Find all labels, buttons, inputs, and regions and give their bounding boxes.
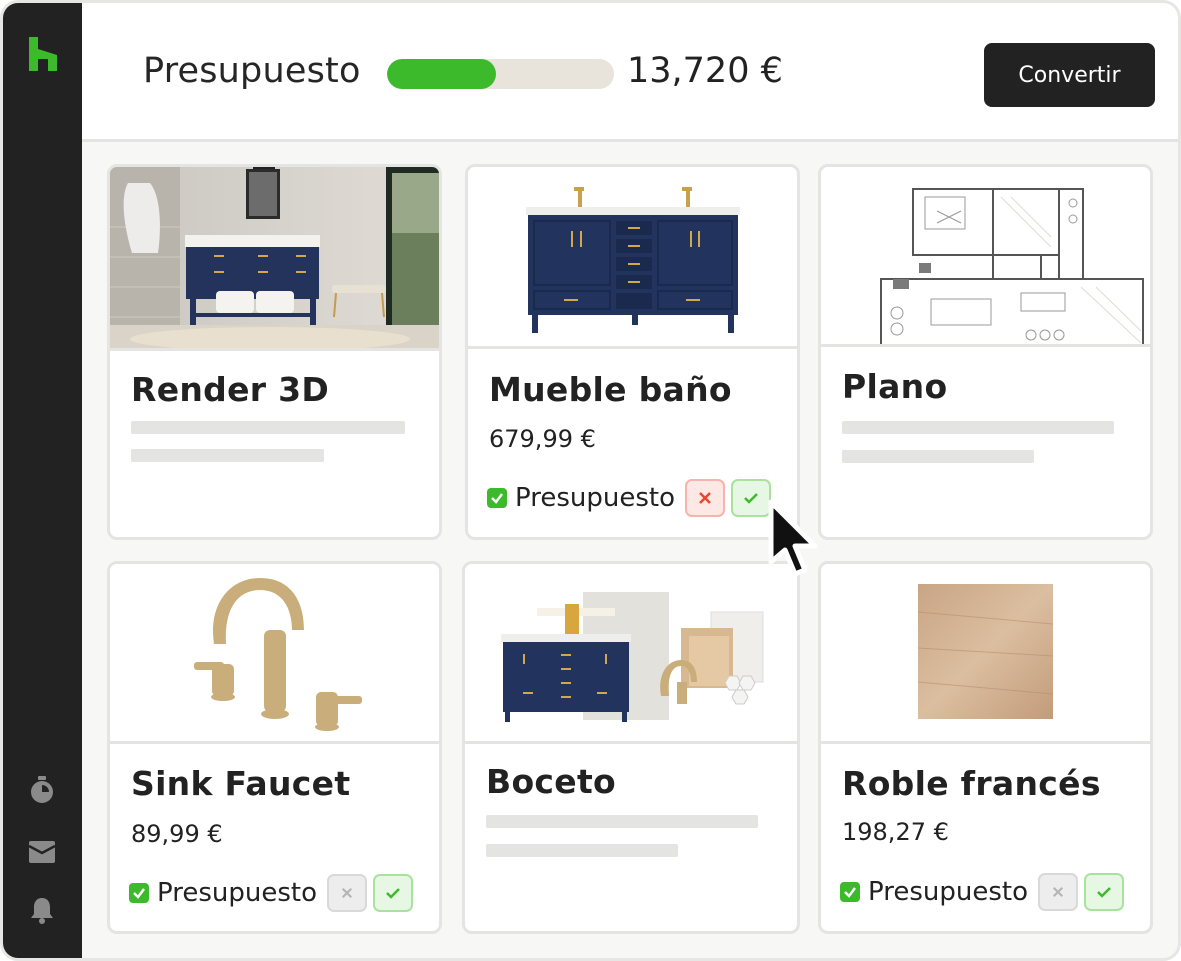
card-price: 198,27 € [842, 818, 949, 846]
mouse-cursor-icon [768, 499, 818, 577]
card-title: Sink Faucet [131, 764, 351, 803]
card-price: 679,99 € [489, 425, 596, 453]
card-title: Roble francés [842, 764, 1101, 803]
card-title: Mueble baño [489, 370, 732, 409]
home-logo-icon[interactable] [27, 37, 59, 71]
bell-icon[interactable] [27, 895, 57, 925]
card-render-3d[interactable]: Render 3D [107, 164, 442, 540]
check-icon [386, 888, 400, 899]
close-icon [699, 492, 711, 504]
card-price: 89,99 € [131, 820, 223, 848]
card-mueble-bano[interactable]: Mueble baño 679,99 € Presupuesto [465, 164, 800, 540]
reject-button[interactable] [685, 479, 725, 517]
checkbox-checked-icon[interactable] [129, 883, 149, 903]
budget-label: Presupuesto [157, 878, 317, 908]
text-placeholder [842, 421, 1114, 434]
vanity-image [468, 167, 797, 349]
budget-toggle-row: Presupuesto [487, 478, 777, 518]
budget-progress-fill [387, 59, 496, 89]
reject-button[interactable] [327, 874, 367, 912]
checkbox-checked-icon[interactable] [840, 882, 860, 902]
reject-button[interactable] [1038, 873, 1078, 911]
stopwatch-icon[interactable] [27, 775, 57, 805]
oak-sample-image [821, 564, 1150, 744]
render-3d-image [110, 167, 439, 351]
inbox-icon[interactable] [27, 837, 57, 867]
close-icon [1052, 886, 1064, 898]
budget-label: Presupuesto [515, 483, 675, 513]
moodboard-image [465, 564, 797, 744]
card-title: Render 3D [131, 370, 330, 409]
check-icon [1097, 887, 1111, 898]
card-title: Boceto [486, 762, 617, 801]
budget-label: Presupuesto [868, 877, 1028, 907]
convert-button[interactable]: Convertir [984, 43, 1155, 107]
card-plano[interactable]: Plano [818, 164, 1153, 540]
text-placeholder [486, 844, 678, 857]
card-sink-faucet[interactable]: Sink Faucet 89,99 € Presupuesto [107, 561, 442, 934]
text-placeholder [131, 421, 405, 434]
budget-toggle-row: Presupuesto [840, 872, 1130, 912]
budget-toggle-row: Presupuesto [129, 873, 419, 913]
approve-button[interactable] [1084, 873, 1124, 911]
close-icon [341, 887, 353, 899]
card-boceto[interactable]: Boceto [462, 561, 800, 934]
budget-label: Presupuesto [143, 51, 361, 91]
budget-amount: 13,720 € [627, 51, 783, 91]
app-window: Presupuesto 13,720 € Convertir Render 3D… [0, 0, 1181, 961]
floor-plan-image [821, 167, 1150, 347]
card-title: Plano [842, 367, 948, 406]
budget-progress-bar [387, 59, 614, 89]
approve-button[interactable] [373, 874, 413, 912]
checkbox-checked-icon[interactable] [487, 488, 507, 508]
card-roble-frances[interactable]: Roble francés 198,27 € Presupuesto [818, 561, 1153, 934]
text-placeholder [486, 815, 758, 828]
text-placeholder [842, 450, 1034, 463]
check-icon [744, 493, 758, 504]
faucet-image [110, 564, 439, 744]
text-placeholder [131, 449, 324, 462]
budget-header: Presupuesto 13,720 € Convertir [82, 3, 1178, 142]
sidebar [3, 3, 82, 958]
